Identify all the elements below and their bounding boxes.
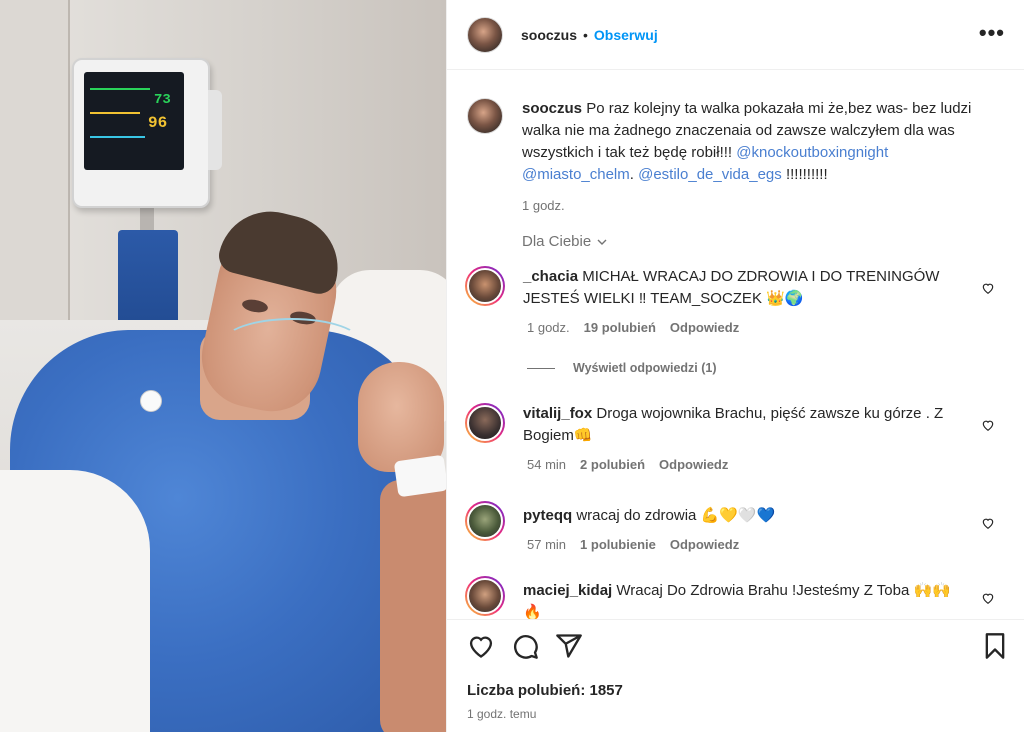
view-replies-button[interactable]: Wyświetl odpowiedzi (1) — [527, 361, 717, 375]
caption-tail: !!!!!!!!!! — [781, 166, 828, 183]
reply-button[interactable]: Odpowiedz — [670, 537, 739, 552]
comment-actions: 54 min 2 polubień Odpowiedz — [527, 457, 1015, 472]
filter-label: Dla Ciebie — [522, 233, 592, 250]
patient-monitor: 73 96 — [72, 58, 222, 208]
comment-body: maciej_kidaj Wracaj Do Zdrowia Brahu !Je… — [523, 576, 963, 619]
author-username[interactable]: sooczus — [521, 27, 577, 43]
caption-avatar[interactable] — [467, 98, 503, 134]
comment-actions: 1 godz. 19 polubień Odpowiedz — [527, 320, 1015, 335]
reply-button[interactable]: Odpowiedz — [659, 457, 728, 472]
view-replies-label: Wyświetl odpowiedzi (1) — [573, 361, 717, 375]
chevron-down-icon — [597, 239, 607, 245]
comment-likes[interactable]: 2 polubień — [580, 457, 645, 472]
separator-dot: • — [583, 26, 588, 43]
post-actions-footer: Liczba polubień: 1857 1 godz. temu — [447, 619, 1024, 732]
comment-item: maciej_kidaj Wracaj Do Zdrowia Brahu !Je… — [465, 576, 1015, 619]
post-side-panel: sooczus • Obserwuj ••• sooczus Po raz ko… — [446, 0, 1024, 732]
like-comment-heart-icon[interactable] — [981, 281, 995, 295]
author-avatar[interactable] — [467, 16, 503, 53]
comment-item: vitalij_fox Droga wojownika Brachu, pięś… — [465, 403, 1015, 472]
comment-likes[interactable]: 1 polubienie — [580, 537, 656, 552]
like-comment-heart-icon[interactable] — [981, 418, 995, 432]
post-timestamp[interactable]: 1 godz. temu — [467, 707, 536, 721]
caption-time: 1 godz. — [522, 198, 565, 213]
comment-body: pyteqq wracaj do zdrowia 💪💛🤍💙 — [523, 501, 963, 541]
commenter-username[interactable]: pyteqq — [523, 507, 572, 524]
share-paper-plane-icon[interactable] — [555, 632, 583, 660]
instagram-post: 73 96 sooczus • Obserwuj ••• sooczus Po … — [0, 0, 1024, 732]
post-photo[interactable]: 73 96 — [0, 0, 446, 732]
mention-link[interactable]: @miasto_chelm — [522, 166, 630, 183]
likes-count[interactable]: Liczba polubień: 1857 — [467, 682, 623, 699]
comment-time: 1 godz. — [527, 320, 570, 335]
action-icons — [467, 632, 583, 660]
comment-text: wracaj do zdrowia 💪💛🤍💙 — [576, 507, 776, 524]
save-bookmark-icon[interactable] — [981, 632, 1009, 660]
ecg-electrode — [140, 390, 162, 412]
more-options-icon[interactable]: ••• — [979, 22, 1005, 44]
comment-item: pyteqq wracaj do zdrowia 💪💛🤍💙 57 min 1 p… — [465, 501, 1015, 552]
mention-link[interactable]: @estilo_de_vida_egs — [638, 166, 782, 183]
comment-time: 54 min — [527, 457, 567, 472]
commenter-avatar[interactable] — [465, 576, 505, 616]
comment-text: MICHAŁ WRACAJ DO ZDROWIA I DO TRENINGÓW … — [523, 268, 940, 307]
comment-likes[interactable]: 19 polubień — [584, 320, 656, 335]
post-caption: sooczus Po raz kolejny ta walka pokazała… — [467, 98, 1007, 213]
comment-time: 57 min — [527, 537, 567, 552]
hospital-wristband — [393, 454, 446, 498]
comment-item: _chacia MICHAŁ WRACAJ DO ZDROWIA I DO TR… — [465, 266, 1015, 335]
follow-button[interactable]: Obserwuj — [594, 27, 658, 43]
like-comment-heart-icon[interactable] — [981, 516, 995, 530]
commenter-username[interactable]: maciej_kidaj — [523, 582, 612, 599]
comment-body: vitalij_fox Droga wojownika Brachu, pięś… — [523, 403, 963, 447]
forearm — [380, 480, 446, 732]
commenter-avatar[interactable] — [465, 403, 505, 443]
comment-filter-dropdown[interactable]: Dla Ciebie — [522, 233, 609, 250]
reply-button[interactable]: Odpowiedz — [670, 320, 739, 335]
commenter-username[interactable]: vitalij_fox — [523, 405, 592, 422]
nasal-cannula — [222, 318, 362, 368]
comment-body: _chacia MICHAŁ WRACAJ DO ZDROWIA I DO TR… — [523, 266, 963, 310]
replies-line — [527, 367, 555, 369]
comments-section[interactable]: sooczus Po raz kolejny ta walka pokazała… — [447, 71, 1024, 619]
comment-bubble-icon[interactable] — [511, 632, 539, 660]
like-comment-heart-icon[interactable] — [981, 591, 995, 605]
caption-username[interactable]: sooczus — [522, 100, 582, 117]
commenter-avatar[interactable] — [465, 501, 505, 541]
mention-link[interactable]: @knockoutboxingnight — [736, 144, 888, 161]
commenter-avatar[interactable] — [465, 266, 505, 306]
monitor-screen: 73 96 — [84, 72, 184, 170]
like-heart-icon[interactable] — [467, 632, 495, 660]
post-header: sooczus • Obserwuj ••• — [447, 0, 1024, 70]
spo2-readout: 96 — [148, 114, 168, 132]
caption-body: sooczus Po raz kolejny ta walka pokazała… — [503, 98, 992, 213]
bed-sheet — [0, 470, 150, 732]
commenter-username[interactable]: _chacia — [523, 268, 578, 285]
heart-rate-readout: 73 — [154, 92, 171, 108]
